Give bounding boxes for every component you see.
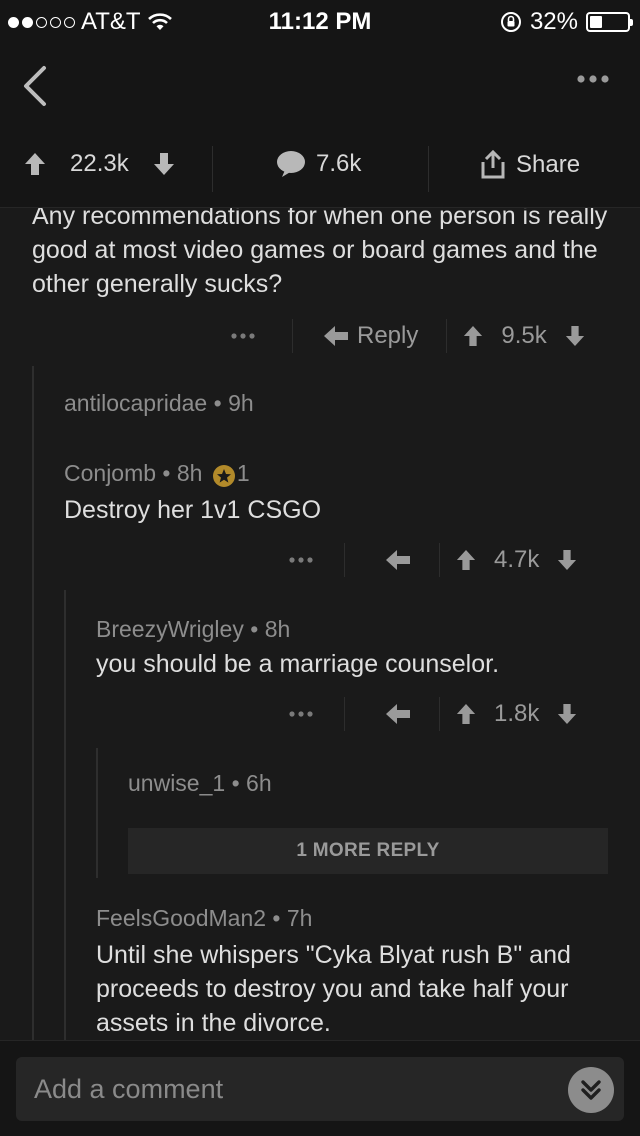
comment-author[interactable]: BreezyWrigley — [96, 616, 244, 642]
divider — [428, 146, 429, 192]
comment-meta: BreezyWrigley • 8h — [96, 616, 291, 642]
double-chevron-down-icon — [581, 1080, 601, 1100]
reply-label: Reply — [357, 322, 419, 349]
divider — [344, 543, 345, 577]
upvote-arrow-icon[interactable] — [463, 325, 483, 347]
more-replies-button[interactable]: 1 MORE REPLY — [128, 828, 608, 874]
comment-vote-group: 1.8k — [456, 700, 577, 728]
share-button[interactable]: Share — [480, 150, 580, 180]
share-label: Share — [516, 151, 581, 178]
divider — [344, 697, 345, 731]
reply-button[interactable]: Reply — [323, 322, 418, 350]
thread-indent-line — [32, 366, 34, 1040]
add-comment-input[interactable] — [16, 1057, 624, 1121]
comment-bubble-icon — [277, 151, 305, 177]
divider — [439, 543, 440, 577]
comment-bar — [0, 1040, 640, 1136]
comment-score: 4.7k — [494, 546, 540, 573]
comment-age: 7h — [286, 905, 313, 931]
post-upvote-count: 22.3k — [70, 150, 129, 177]
comment-body: Destroy her 1v1 CSGO — [64, 496, 322, 524]
comment-author[interactable]: unwise_1 — [128, 770, 225, 796]
comment-score: 1.8k — [494, 700, 540, 727]
nav-bar — [0, 40, 640, 132]
status-bar: AT&T 11:12 PM 32% — [0, 0, 640, 40]
post-action-bar: 22.3k 7.6k Share — [0, 132, 640, 208]
comment-author[interactable]: antilocapridae — [64, 390, 207, 416]
comment-meta: Conjomb • 8h 1 — [64, 460, 250, 487]
thread-indent-line — [96, 748, 98, 878]
more-options-icon[interactable] — [576, 74, 610, 84]
downvote-arrow-icon[interactable] — [153, 152, 175, 176]
post-body: Any recommendations for when one person … — [32, 208, 608, 298]
more-options-icon[interactable] — [288, 556, 314, 564]
downvote-arrow-icon[interactable] — [565, 325, 585, 347]
more-options-icon[interactable] — [230, 332, 256, 340]
battery-percent: 32% — [529, 8, 578, 35]
divider — [439, 697, 440, 731]
comment-meta: unwise_1 • 6h — [128, 770, 272, 796]
upvote-arrow-icon[interactable] — [456, 549, 476, 571]
comment-body: Until she whispers "Cyka Blyat rush B" a… — [96, 941, 571, 1037]
comment-author[interactable]: FeelsGoodMan2 — [96, 905, 266, 931]
comment-actions-row: 4.7k — [288, 542, 577, 578]
upvote-arrow-icon[interactable] — [24, 152, 46, 176]
reply-arrow-icon[interactable] — [385, 703, 411, 725]
comment-score: 9.5k — [501, 322, 547, 349]
rotation-lock-icon — [500, 12, 521, 32]
gold-award-icon — [212, 465, 235, 487]
comment-meta: FeelsGoodMan2 • 7h — [96, 905, 313, 931]
downvote-arrow-icon[interactable] — [557, 549, 577, 571]
upvote-arrow-icon[interactable] — [456, 703, 476, 725]
battery-icon — [586, 12, 633, 32]
comment-age: 6h — [246, 770, 272, 796]
collapse-comments-button[interactable] — [568, 1067, 614, 1113]
comment-thread: Any recommendations for when one person … — [0, 208, 640, 1040]
divider — [446, 319, 448, 353]
thread-indent-line — [64, 590, 66, 1040]
comment-age: 8h — [264, 616, 291, 642]
comment-body: you should be a marriage counselor. — [96, 650, 500, 678]
reply-arrow-icon — [324, 326, 348, 346]
comment-vote-group: 4.7k — [456, 546, 577, 574]
status-right: 32% — [500, 8, 633, 36]
comment-age: 8h — [176, 460, 203, 486]
share-icon — [481, 150, 505, 179]
back-chevron-icon[interactable] — [18, 64, 50, 108]
comment-age: 9h — [228, 390, 254, 416]
gold-count: 1 — [236, 460, 250, 486]
comment-count: 7.6k — [316, 150, 362, 177]
more-options-icon[interactable] — [288, 710, 314, 718]
comment-actions-row: 1.8k — [288, 696, 577, 732]
post-actions-row: Reply 9.5k — [230, 318, 585, 354]
comments-button[interactable]: 7.6k — [276, 150, 361, 178]
comment-meta: antilocapridae • 9h — [64, 390, 254, 416]
divider — [292, 319, 293, 353]
comment-author[interactable]: Conjomb — [64, 460, 156, 486]
downvote-arrow-icon[interactable] — [557, 703, 577, 725]
post-vote-group: 22.3k — [24, 150, 175, 178]
comment-vote-group: 9.5k — [463, 322, 584, 350]
divider — [212, 146, 213, 192]
reply-arrow-icon[interactable] — [385, 549, 411, 571]
